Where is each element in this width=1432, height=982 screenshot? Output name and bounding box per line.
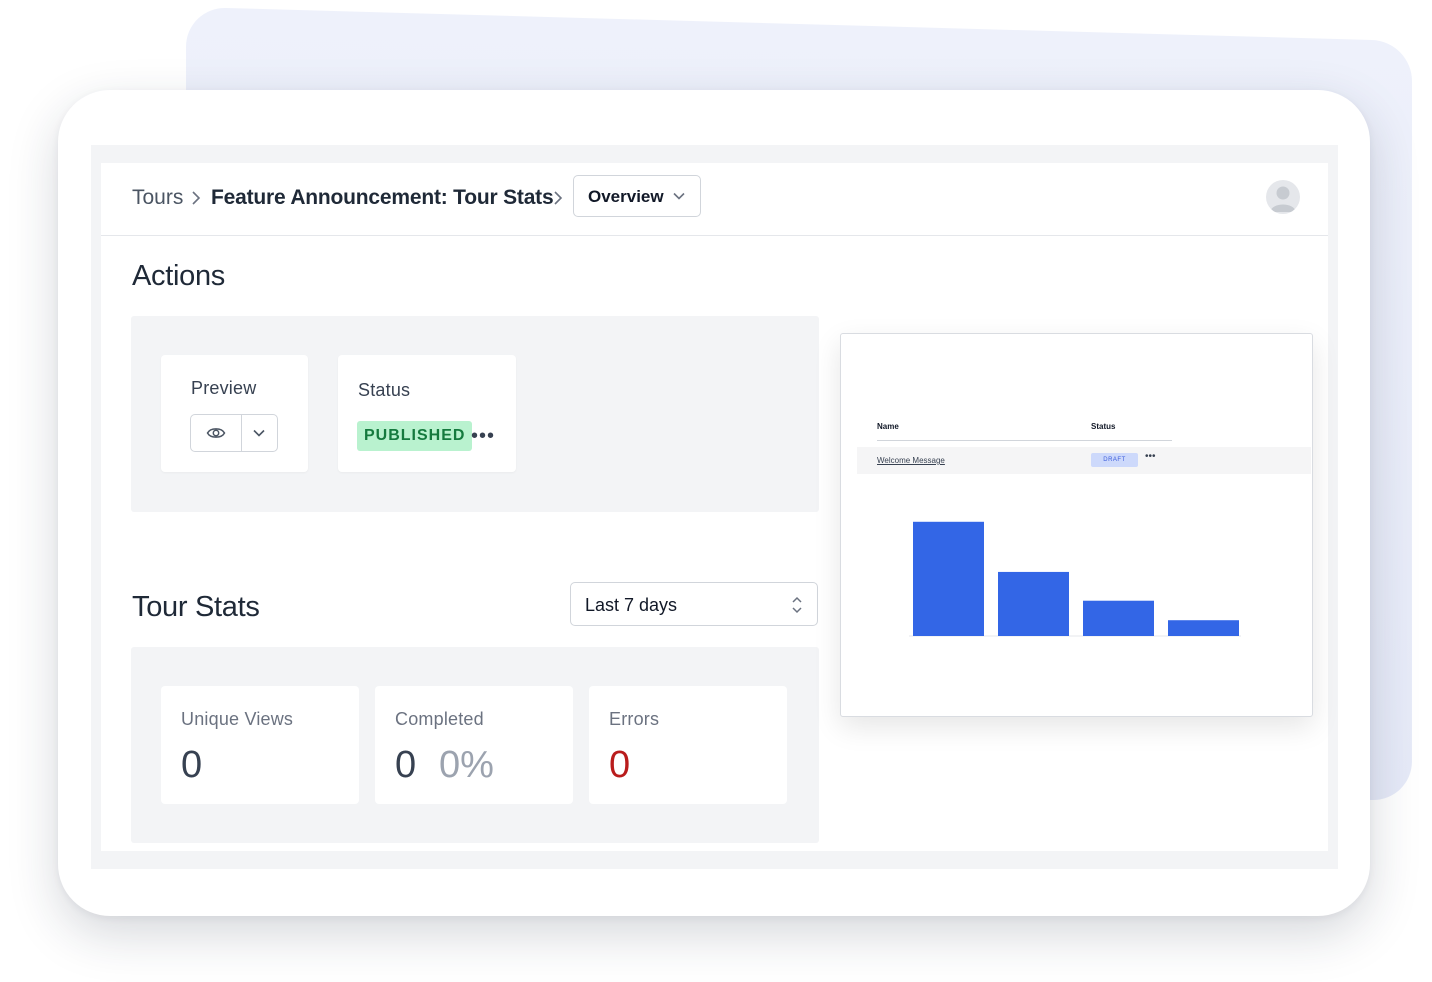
table-header-name: Name <box>877 422 899 431</box>
preview-card-title: Preview <box>191 378 257 398</box>
completed-label: Completed <box>395 709 484 729</box>
eye-icon[interactable] <box>206 424 226 447</box>
breadcrumb-current-page: Feature Announcement: Tour Stats <box>211 186 554 209</box>
ellipsis-icon[interactable]: ••• <box>471 425 495 448</box>
actions-panel: Preview Status PUBLISHED ••• <box>131 316 819 512</box>
table-header-status: Status <box>1091 422 1116 431</box>
draft-status-badge: DRAFT <box>1091 453 1138 467</box>
date-range-select[interactable]: Last 7 days <box>570 582 818 626</box>
chart-bar-3 <box>1083 600 1154 636</box>
completed-value: 0 <box>395 744 417 786</box>
chevron-down-icon <box>672 189 686 208</box>
ellipsis-icon[interactable]: ••• <box>1145 451 1156 462</box>
errors-value: 0 <box>609 744 631 786</box>
preview-card: Preview <box>161 355 308 472</box>
tour-stats-heading: Tour Stats <box>132 591 260 623</box>
chart-bar-1 <box>913 521 984 636</box>
completed-card: Completed 0 0% <box>375 686 573 804</box>
table-header-divider <box>877 440 1172 441</box>
unique-views-label: Unique Views <box>181 709 294 729</box>
funnel-bar-chart <box>909 521 1241 637</box>
unique-views-value: 0 <box>181 744 203 786</box>
status-card-title: Status <box>358 380 411 400</box>
preview-button-group <box>190 414 278 452</box>
status-badge: PUBLISHED <box>357 421 473 451</box>
chart-bar-4 <box>1168 620 1239 636</box>
date-range-value: Last 7 days <box>585 595 678 615</box>
top-bar: Tours Feature Announcement: Tour Stats O… <box>101 163 1328 236</box>
completed-percent: 0% <box>439 744 494 786</box>
user-avatar-icon[interactable] <box>1266 180 1300 214</box>
table-row[interactable]: Welcome Message DRAFT ••• <box>857 447 1311 474</box>
chevron-right-icon <box>190 187 202 209</box>
breadcrumb-tours-link[interactable]: Tours <box>132 185 183 211</box>
view-select-dropdown[interactable]: Overview <box>573 175 701 217</box>
view-select-value: Overview <box>588 187 664 206</box>
chart-bar-2 <box>998 571 1069 636</box>
chevron-right-icon <box>552 187 564 209</box>
chevron-down-icon[interactable] <box>252 426 266 445</box>
errors-card: Errors 0 <box>589 686 787 804</box>
errors-label: Errors <box>609 709 660 729</box>
unique-views-card: Unique Views 0 <box>161 686 359 804</box>
tour-stats-panel: Unique Views 0 Completed 0 0% Errors 0 <box>131 647 819 843</box>
chevron-up-down-icon <box>791 594 803 621</box>
report-preview-card: Name Status Welcome Message DRAFT ••• <box>840 333 1313 717</box>
tour-name-link[interactable]: Welcome Message <box>877 456 945 465</box>
actions-heading: Actions <box>132 260 225 292</box>
status-card: Status PUBLISHED ••• <box>338 355 516 472</box>
button-group-divider <box>241 415 242 451</box>
